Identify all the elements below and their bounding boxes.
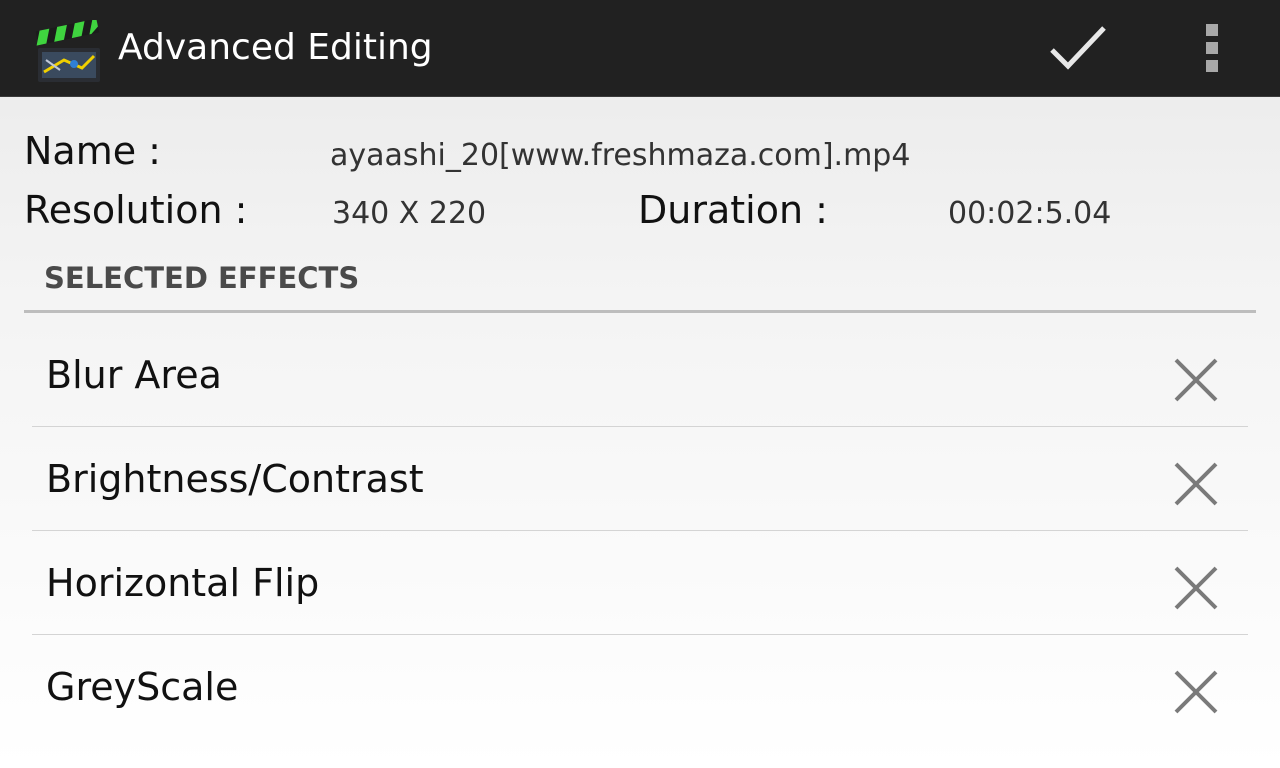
resolution-value: 340 X 220 [332, 196, 487, 231]
remove-effect-button[interactable] [1168, 664, 1224, 720]
confirm-button[interactable] [1040, 16, 1116, 80]
section-divider [24, 310, 1256, 313]
remove-effect-button[interactable] [1168, 352, 1224, 408]
effect-label: GreyScale [46, 665, 239, 709]
close-icon [1174, 358, 1218, 402]
name-label: Name : [24, 129, 161, 173]
remove-effect-button[interactable] [1168, 456, 1224, 512]
effect-label: Horizontal Flip [46, 561, 320, 605]
effect-label: Blur Area [46, 353, 222, 397]
effect-item-greyscale[interactable]: GreyScale [32, 634, 1248, 738]
resolution-label: Resolution : [24, 188, 248, 232]
selected-effects-header: SELECTED EFFECTS [44, 261, 360, 295]
action-bar: Advanced Editing [0, 0, 1280, 97]
effect-label: Brightness/Contrast [46, 457, 424, 501]
checkmark-icon [1050, 26, 1106, 70]
duration-value: 00:02:5.04 [948, 196, 1112, 231]
close-icon [1174, 670, 1218, 714]
effect-item-horizontal-flip[interactable]: Horizontal Flip [32, 530, 1248, 634]
overflow-menu-button[interactable] [1192, 16, 1232, 80]
close-icon [1174, 566, 1218, 610]
app-title: Advanced Editing [118, 27, 433, 68]
remove-effect-button[interactable] [1168, 560, 1224, 616]
duration-label: Duration : [638, 188, 828, 232]
close-icon [1174, 462, 1218, 506]
name-value: ayaashi_20[www.freshmaza.com].mp4 [330, 138, 911, 173]
effect-item-blur-area[interactable]: Blur Area [32, 322, 1248, 426]
effect-item-brightness-contrast[interactable]: Brightness/Contrast [32, 426, 1248, 530]
clapperboard-icon[interactable] [34, 18, 104, 84]
